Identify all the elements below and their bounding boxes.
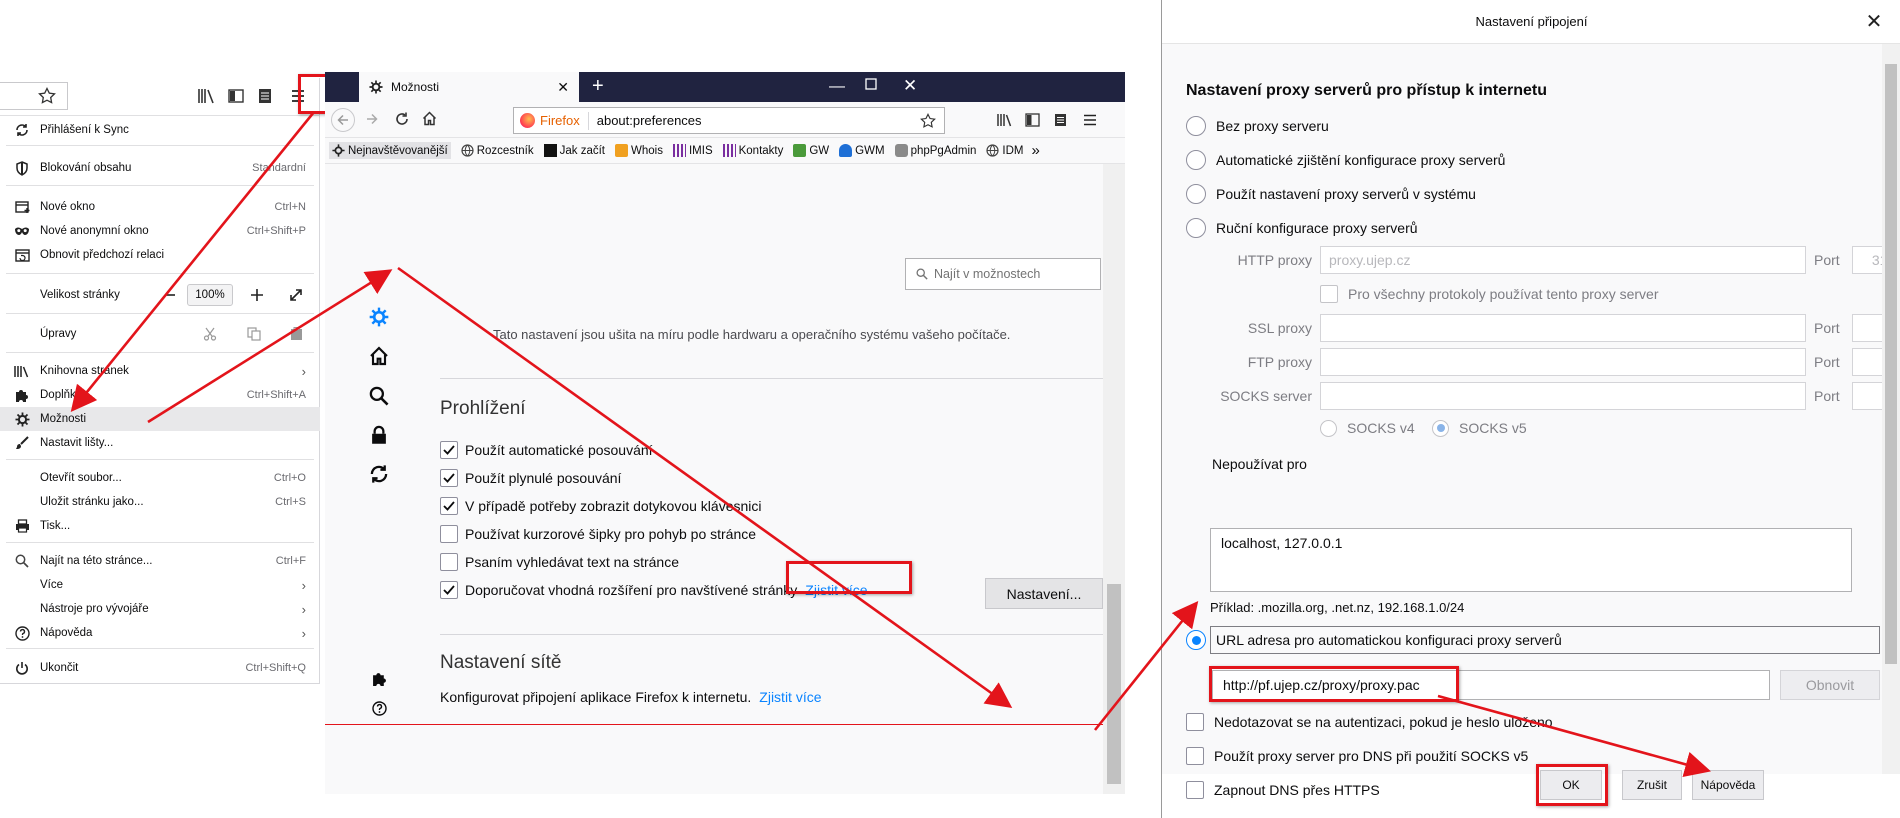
arrow-options-to-general <box>147 269 393 424</box>
annotation-arrows <box>70 111 1712 777</box>
arrow-pac-to-ok <box>1437 694 1712 777</box>
arrow-hamburger-to-options <box>70 111 316 413</box>
arrow-settings-to-pac <box>1093 600 1199 731</box>
arrow-general-to-settings <box>397 266 1013 709</box>
